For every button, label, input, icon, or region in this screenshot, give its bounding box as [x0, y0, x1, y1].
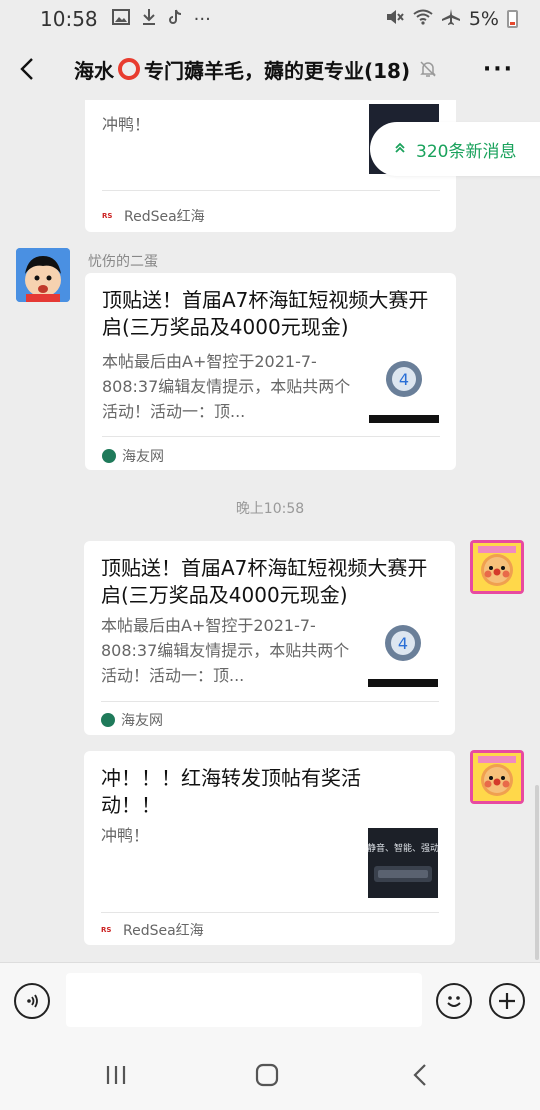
message-input[interactable] — [66, 973, 422, 1027]
plus-icon — [499, 993, 515, 1009]
link-card-desc: 冲鸭！ — [102, 115, 151, 134]
battery-icon — [507, 10, 518, 28]
link-card-title: 冲！！！红海转发顶帖有奖活动！！ — [101, 766, 361, 817]
recent-apps-button[interactable] — [96, 1060, 136, 1090]
home-button[interactable] — [247, 1060, 287, 1090]
thumbnail-caption: 静音、智能、强动 — [368, 842, 438, 854]
voice-button[interactable] — [14, 983, 50, 1019]
redsea-logo-icon: RS — [101, 926, 112, 934]
smiley-icon — [447, 996, 461, 1007]
chevron-left-icon — [20, 58, 33, 80]
link-card-thumbnail: 静音、智能、强动 — [367, 828, 439, 898]
source-label: RedSea红海 — [123, 923, 204, 939]
chat-header: 海水 专门薅羊毛，薅的更专业(18) ··· — [0, 38, 540, 100]
chat-title: 海水 专门薅羊毛，薅的更专业(18) — [74, 55, 438, 84]
nav-back-button[interactable] — [400, 1060, 440, 1090]
svg-text:4: 4 — [398, 634, 408, 653]
new-messages-button[interactable]: 320条新消息 — [370, 122, 540, 176]
download-icon — [142, 8, 156, 31]
link-card-desc: 本帖最后由A+智控于2021-7-808:37编辑友情提示，本贴共两个活动！活动… — [101, 616, 350, 685]
link-card-desc: 冲鸭！ — [101, 826, 150, 845]
link-card[interactable]: 冲！！！红海转发顶帖有奖活动！！ 冲鸭！ 静音、智能、强动 RS RedSea红… — [84, 751, 455, 945]
home-icon — [255, 1063, 279, 1087]
back-button[interactable] — [0, 38, 54, 100]
battery-percent: 5% — [468, 8, 499, 30]
emoji-button[interactable] — [436, 983, 472, 1019]
chat-title-part1: 海水 — [74, 58, 114, 83]
link-card-thumbnail: 4 — [368, 617, 438, 687]
scrollbar[interactable] — [535, 785, 539, 960]
haiyou-logo-icon — [101, 713, 115, 727]
link-card-source: RS RedSea红海 — [101, 920, 204, 940]
system-nav-bar — [0, 1038, 540, 1110]
divider — [102, 190, 440, 191]
divider — [101, 912, 439, 913]
link-card[interactable]: 顶贴送！首届A7杯海缸短视频大赛开启(三万奖品及4000元现金) 本帖最后由A+… — [85, 273, 456, 470]
link-card-title: 顶贴送！首届A7杯海缸短视频大赛开启(三万奖品及4000元现金) — [101, 556, 428, 607]
redsea-logo-icon: RS — [102, 212, 113, 220]
time-separator: 晚上10:58 — [235, 501, 305, 517]
airplane-icon — [441, 8, 461, 31]
voice-icon — [27, 994, 38, 1008]
back-arrow-icon — [413, 1064, 426, 1086]
link-card-source: RS RedSea红海 — [102, 206, 205, 226]
bell-mute-icon — [420, 61, 436, 77]
avatar-self[interactable] — [470, 540, 524, 594]
source-label: RedSea红海 — [124, 209, 205, 225]
more-dots-icon: ··· — [193, 8, 211, 30]
sender-name: 忧伤的二蛋 — [88, 254, 158, 270]
new-messages-label: 320条新消息 — [416, 141, 517, 162]
avatar-self[interactable] — [470, 750, 524, 804]
divider — [101, 701, 439, 702]
chat-area: 冲鸭！ RS RedSea红海 320条新消息 忧伤的二蛋 顶贴送！首届A7杯海… — [0, 100, 540, 962]
svg-text:4: 4 — [399, 370, 409, 389]
divider — [102, 436, 440, 437]
link-card-thumbnail: 4 — [369, 353, 439, 423]
image-icon — [111, 8, 130, 30]
link-card-source: 海友网 — [102, 446, 164, 466]
mute-icon — [385, 8, 405, 31]
source-label: 海友网 — [122, 449, 164, 465]
avatar[interactable] — [16, 248, 70, 302]
plus-button[interactable] — [489, 983, 525, 1019]
recent-apps-icon — [106, 1066, 126, 1084]
status-bar: 10:58 ··· 5% — [0, 0, 540, 38]
wifi-icon — [413, 8, 433, 30]
chat-title-part2: 专门薅羊毛，薅的更专业(18) — [144, 58, 411, 83]
double-chevron-up-icon — [394, 142, 406, 157]
link-card[interactable]: 顶贴送！首届A7杯海缸短视频大赛开启(三万奖品及4000元现金) 本帖最后由A+… — [84, 541, 455, 735]
input-bar — [0, 962, 540, 1038]
red-circle-emoji-icon — [118, 58, 140, 80]
more-options-button[interactable]: ··· — [483, 57, 514, 82]
status-time: 10:58 — [40, 7, 98, 31]
link-card-desc: 本帖最后由A+智控于2021-7-808:37编辑友情提示，本贴共两个活动！活动… — [102, 352, 351, 421]
link-card-source: 海友网 — [101, 710, 163, 730]
link-card-title: 顶贴送！首届A7杯海缸短视频大赛开启(三万奖品及4000元现金) — [102, 288, 429, 339]
tiktok-icon — [168, 9, 182, 30]
source-label: 海友网 — [121, 713, 163, 729]
haiyou-logo-icon — [102, 449, 116, 463]
